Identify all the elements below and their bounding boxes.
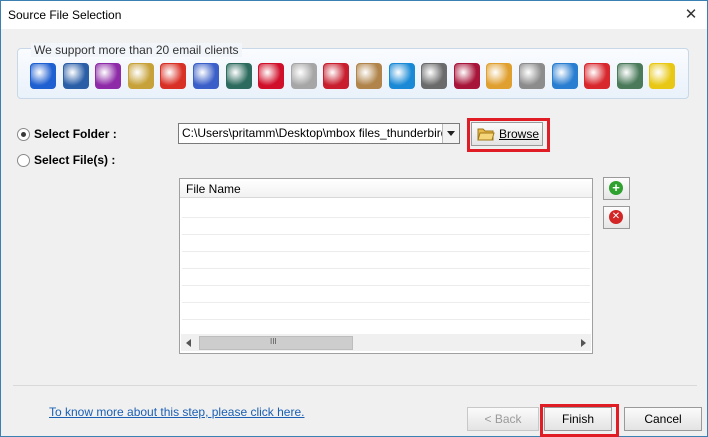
scrollbar-grip: III (270, 337, 277, 346)
finish-button[interactable]: Finish (544, 407, 612, 431)
file-list[interactable]: File Name III (179, 178, 593, 354)
select-files-radio[interactable] (17, 153, 30, 167)
select-folder-radio[interactable] (17, 127, 30, 141)
add-file-button[interactable]: + (603, 177, 630, 200)
remove-icon: ✕ (609, 210, 623, 224)
source-file-selection-window: Source File Selection ✕ We support more … (0, 0, 708, 437)
window-title: Source File Selection (8, 8, 122, 22)
list-item (182, 286, 590, 303)
file-name-header-label: File Name (186, 182, 241, 196)
list-item (182, 218, 590, 235)
footer-divider (13, 385, 697, 386)
gmail-icon (160, 63, 186, 89)
the-bat-icon (649, 63, 675, 89)
chevron-down-icon[interactable] (442, 124, 459, 143)
thunderbird-icon (63, 63, 89, 89)
scroll-left-icon[interactable] (186, 339, 191, 347)
plus-icon: + (609, 181, 623, 195)
postbox-icon (193, 63, 219, 89)
close-icon[interactable]: ✕ (681, 5, 701, 25)
sylpheed-icon (356, 63, 382, 89)
scroll-right-icon[interactable] (581, 339, 586, 347)
email-client-icons (30, 63, 685, 91)
supported-clients-label: We support more than 20 email clients (31, 43, 242, 57)
select-files-label: Select File(s) : (34, 153, 116, 167)
spicebird-icon (552, 63, 578, 89)
mail-icon (30, 63, 56, 89)
list-item (182, 303, 590, 320)
list-item (182, 252, 590, 269)
remove-file-button[interactable]: ✕ (603, 206, 630, 229)
file-name-column-header[interactable]: File Name (180, 179, 592, 198)
open-folder-icon (477, 127, 495, 141)
help-link[interactable]: To know more about this step, please cli… (49, 405, 304, 419)
mailbird-icon (323, 63, 349, 89)
windows-mail-icon (291, 63, 317, 89)
mutt-icon (421, 63, 447, 89)
folder-path-dropdown[interactable]: C:\Users\pritamm\Desktop\mbox files_thun… (178, 123, 460, 144)
gyazmail-icon (486, 63, 512, 89)
gnu-icon (519, 63, 545, 89)
envelope-icon (584, 63, 610, 89)
opera-icon (258, 63, 284, 89)
cancel-button[interactable]: Cancel (624, 407, 702, 431)
back-button[interactable]: < Back (467, 407, 539, 431)
list-item (182, 235, 590, 252)
browse-button[interactable]: Browse (471, 122, 543, 146)
evolution-icon (617, 63, 643, 89)
horizontal-scrollbar[interactable]: III (181, 334, 591, 351)
folder-path-value: C:\Users\pritamm\Desktop\mbox files_thun… (182, 126, 448, 140)
list-item (182, 201, 590, 218)
scrollbar-thumb[interactable]: III (199, 336, 353, 350)
entourage-icon (95, 63, 121, 89)
title-bar: Source File Selection ✕ (1, 1, 707, 29)
select-folder-option[interactable]: Select Folder : (17, 127, 117, 141)
seamonkey-icon (226, 63, 252, 89)
browse-label: Browse (499, 127, 540, 141)
select-files-option[interactable]: Select File(s) : (17, 153, 115, 167)
pocomail-icon (454, 63, 480, 89)
mailcopa-icon (389, 63, 415, 89)
list-item (182, 269, 590, 286)
eudora-icon (128, 63, 154, 89)
select-folder-label: Select Folder : (34, 127, 117, 141)
